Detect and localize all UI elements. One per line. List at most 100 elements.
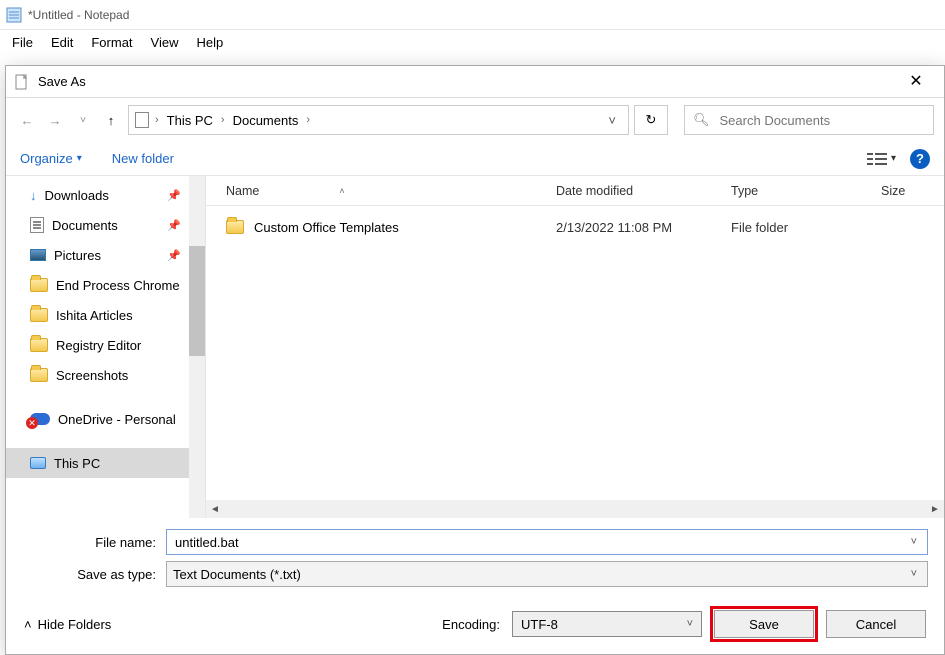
encoding-combo[interactable]: UTF-8 ˅	[512, 611, 702, 637]
onedrive-icon: ✕	[30, 413, 50, 425]
nav-recent-icon[interactable]: ˅	[72, 109, 94, 131]
folder-icon	[30, 278, 48, 292]
col-size[interactable]: Size	[881, 184, 944, 198]
tree-item-onedrive[interactable]: ✕ OneDrive - Personal	[6, 404, 205, 434]
organize-button[interactable]: Organize▾	[20, 151, 82, 166]
file-list: Custom Office Templates 2/13/2022 11:08 …	[206, 206, 944, 500]
file-content: Name˄ Date modified Type Size Custom Off…	[206, 176, 944, 518]
nav-row: ← → ˅ ↑ › This PC › Documents › ˅ ↻ 🔍︎	[6, 98, 944, 142]
tree-label: Registry Editor	[56, 338, 141, 353]
menu-help[interactable]: Help	[188, 33, 231, 52]
dialog-titlebar: Save As ✕	[6, 66, 944, 98]
tree-item-documents[interactable]: Documents📌	[6, 210, 205, 240]
tree-label: Documents	[52, 218, 118, 233]
scroll-right-icon[interactable]: ►	[926, 504, 944, 515]
location-icon	[135, 112, 149, 128]
tree-item-folder[interactable]: Screenshots	[6, 360, 205, 390]
tree-item-pictures[interactable]: Pictures 📌	[6, 240, 205, 270]
folder-icon	[30, 338, 48, 352]
new-folder-button[interactable]: New folder	[112, 151, 174, 166]
hide-folders-label: Hide Folders	[38, 617, 112, 632]
tree-label: Downloads	[45, 188, 109, 203]
tree-item-folder[interactable]: Ishita Articles	[6, 300, 205, 330]
breadcrumb-this-pc[interactable]: This PC	[165, 113, 215, 128]
save-type-combo[interactable]: Text Documents (*.txt) ˅	[166, 561, 928, 587]
dialog-icon	[14, 74, 30, 90]
col-date[interactable]: Date modified	[556, 184, 731, 198]
nav-up-icon[interactable]: ↑	[100, 109, 122, 131]
notepad-menubar: File Edit Format View Help	[0, 30, 945, 54]
save-as-dialog: Save As ✕ ← → ˅ ↑ › This PC › Documents …	[5, 65, 945, 655]
help-icon[interactable]: ?	[910, 149, 930, 169]
scroll-left-icon[interactable]: ◄	[206, 504, 224, 515]
dialog-title: Save As	[38, 74, 896, 89]
tree-item-folder[interactable]: Registry Editor	[6, 330, 205, 360]
file-name: Custom Office Templates	[254, 220, 399, 235]
address-bar[interactable]: › This PC › Documents › ˅	[128, 105, 629, 135]
notepad-titlebar: *Untitled - Notepad	[0, 0, 945, 30]
hide-folders-button[interactable]: ˄ Hide Folders	[24, 617, 111, 632]
notepad-app-icon	[6, 7, 22, 23]
file-name-input[interactable]	[173, 534, 907, 551]
search-icon: 🔍︎	[693, 112, 710, 128]
save-type-value: Text Documents (*.txt)	[173, 567, 907, 582]
chevron-down-icon[interactable]: ˅	[907, 536, 921, 548]
tree-label: Screenshots	[56, 368, 128, 383]
pin-icon: 📌	[167, 249, 181, 262]
nav-forward-icon: →	[44, 109, 66, 131]
save-button[interactable]: Save	[714, 610, 814, 638]
tree-label: Pictures	[54, 248, 101, 263]
sort-asc-icon: ˄	[339, 186, 344, 196]
file-type: File folder	[731, 220, 881, 235]
file-date: 2/13/2022 11:08 PM	[556, 220, 731, 235]
tree-label: OneDrive - Personal	[58, 412, 176, 427]
col-type[interactable]: Type	[731, 184, 881, 198]
file-name-combo[interactable]: ˅	[166, 529, 928, 555]
pc-icon	[30, 457, 46, 469]
tree-item-this-pc[interactable]: This PC	[6, 448, 205, 478]
tree-item-downloads[interactable]: ↓ Downloads 📌	[6, 180, 205, 210]
filename-fields: File name: ˅ Save as type: Text Document…	[6, 518, 944, 594]
chevron-right-icon: ›	[306, 114, 310, 126]
document-icon	[30, 217, 44, 233]
nav-back-icon[interactable]: ←	[16, 109, 38, 131]
refresh-button[interactable]: ↻	[634, 105, 668, 135]
tree-item-folder[interactable]: End Process Chrome	[6, 270, 205, 300]
encoding-label: Encoding:	[442, 617, 500, 632]
col-name[interactable]: Name˄	[226, 184, 556, 198]
pictures-icon	[30, 249, 46, 261]
menu-format[interactable]: Format	[83, 33, 140, 52]
main-area: ↓ Downloads 📌 Documents📌 Pictures 📌 End Pro…	[6, 176, 944, 518]
chevron-down-icon: ▾	[77, 153, 82, 164]
file-name-label: File name:	[16, 535, 166, 550]
menu-file[interactable]: File	[4, 33, 41, 52]
tree-label: This PC	[54, 456, 100, 471]
chevron-right-icon: ›	[221, 114, 225, 126]
menu-edit[interactable]: Edit	[43, 33, 81, 52]
close-button[interactable]: ✕	[896, 74, 936, 90]
chevron-up-icon: ˄	[24, 617, 32, 632]
tree-label: Ishita Articles	[56, 308, 133, 323]
search-input[interactable]	[718, 112, 925, 129]
menu-view[interactable]: View	[143, 33, 187, 52]
address-dropdown-icon[interactable]: ˅	[602, 113, 622, 128]
download-icon: ↓	[30, 188, 37, 203]
toolbar: Organize▾ New folder ▾ ?	[6, 142, 944, 176]
breadcrumb-documents[interactable]: Documents	[231, 113, 301, 128]
tree-scroll-thumb[interactable]	[189, 246, 205, 356]
pin-icon: 📌	[167, 189, 181, 202]
refresh-icon: ↻	[646, 112, 657, 128]
file-row[interactable]: Custom Office Templates 2/13/2022 11:08 …	[226, 212, 944, 242]
folder-icon	[30, 368, 48, 382]
chevron-right-icon: ›	[155, 114, 159, 126]
cancel-button[interactable]: Cancel	[826, 610, 926, 638]
view-options-icon[interactable]: ▾	[867, 152, 896, 166]
tree-label: End Process Chrome	[56, 278, 180, 293]
search-box[interactable]: 🔍︎	[684, 105, 934, 135]
chevron-down-icon[interactable]: ˅	[907, 568, 921, 580]
notepad-title: *Untitled - Notepad	[28, 8, 129, 22]
column-headers: Name˄ Date modified Type Size	[206, 176, 944, 206]
chevron-down-icon[interactable]: ˅	[687, 618, 693, 630]
encoding-value: UTF-8	[521, 617, 558, 632]
horizontal-scrollbar[interactable]: ◄ ►	[206, 500, 944, 518]
